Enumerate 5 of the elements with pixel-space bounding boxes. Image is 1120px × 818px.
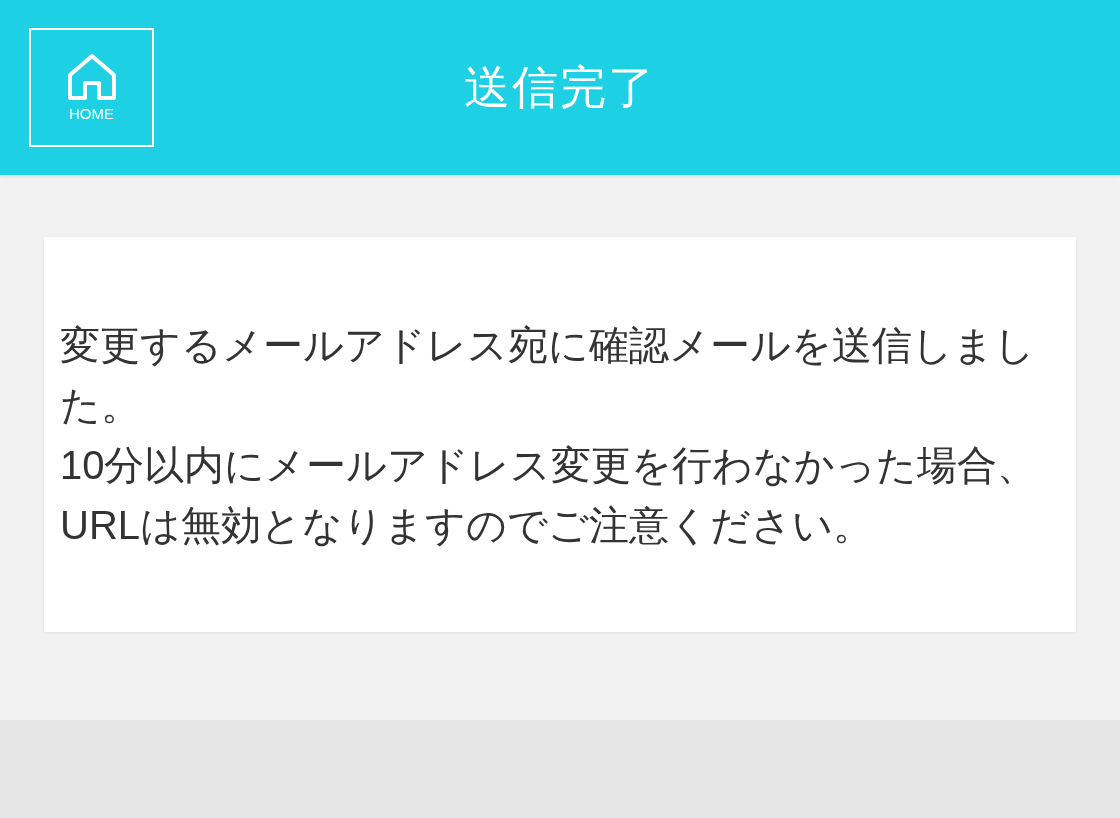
page-title: 送信完了 — [464, 59, 656, 115]
message-text: 変更するメールアドレス宛に確認メールを送信しました。 — [60, 321, 1036, 429]
home-icon — [65, 53, 118, 101]
message-text: 10分以内にメールアドレス変更を行わなかった場合、URLは無効となりますのでご注意ください。 — [60, 441, 1039, 549]
home-button[interactable]: HOME — [29, 28, 154, 147]
